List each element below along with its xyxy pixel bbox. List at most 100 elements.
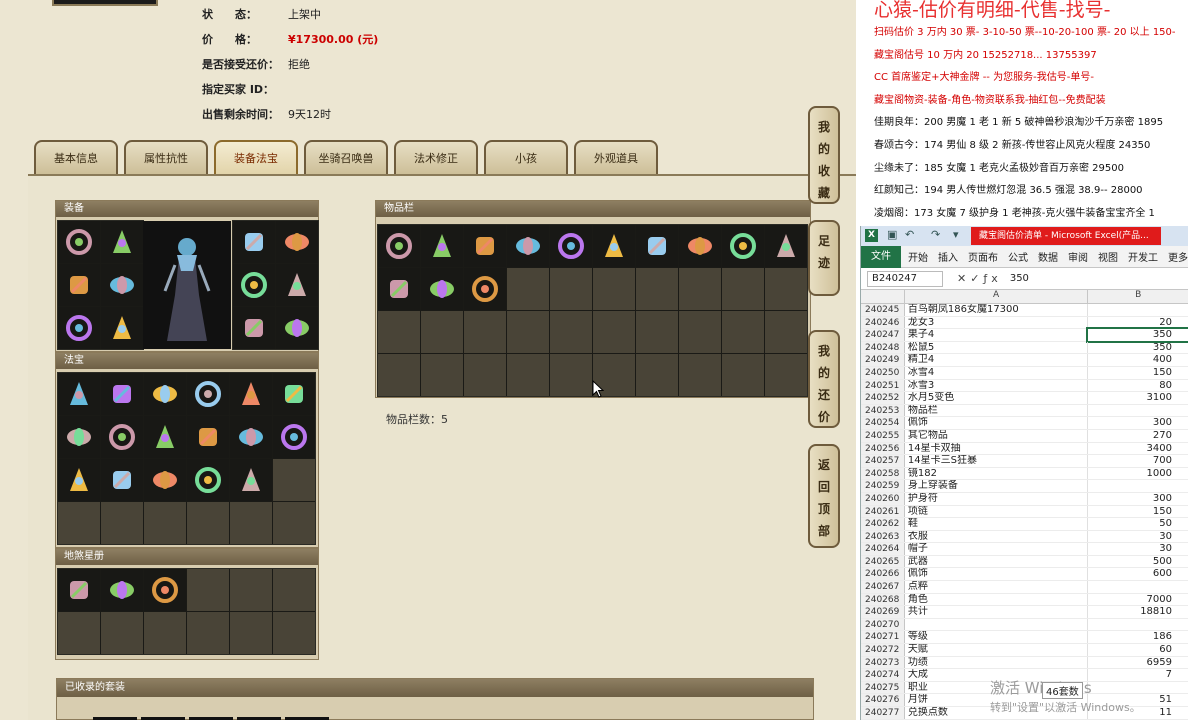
inventory-slot-empty[interactable] — [550, 311, 592, 353]
cell-b[interactable]: 350 — [1088, 342, 1188, 354]
inventory-slot-empty[interactable] — [593, 311, 635, 353]
cell-b[interactable]: 80 — [1088, 380, 1188, 392]
inventory-slot-empty[interactable] — [636, 311, 678, 353]
undo-icon[interactable]: ↶ — [905, 228, 914, 241]
cell-b[interactable] — [1088, 619, 1188, 631]
inventory-slot-item[interactable] — [507, 225, 549, 267]
my-offers-button[interactable]: 我的还价 — [808, 330, 840, 428]
cell-a[interactable]: 角色 — [905, 593, 1089, 606]
equipment-slot-item[interactable] — [233, 221, 275, 263]
equipment-slot-item[interactable] — [101, 221, 143, 263]
ribbon-tab[interactable]: 页面布 — [963, 249, 1003, 264]
picture-slot-empty[interactable] — [273, 569, 315, 611]
fabao-slot-empty[interactable] — [187, 502, 229, 544]
row-number[interactable]: 240261 — [861, 505, 905, 518]
row-number[interactable]: 240275 — [861, 681, 905, 694]
cell-a[interactable]: 共计 — [905, 606, 1089, 618]
cell-b[interactable]: 500 — [1088, 556, 1188, 568]
row-number[interactable]: 240266 — [861, 568, 905, 581]
row-number[interactable]: 240273 — [861, 656, 905, 669]
row-number[interactable]: 240252 — [861, 392, 905, 404]
cell-a[interactable]: 武器 — [905, 555, 1089, 568]
fabao-slot-item[interactable] — [273, 416, 315, 458]
cell-a[interactable]: 帽子 — [905, 543, 1089, 555]
cell-b[interactable] — [1088, 405, 1188, 417]
cell-a[interactable]: 护身符 — [905, 492, 1089, 505]
equipment-slot-item[interactable] — [58, 264, 100, 306]
picture-slot-empty[interactable] — [58, 612, 100, 654]
tab-attributes[interactable]: 属性抗性 — [124, 140, 208, 174]
fabao-slot-empty[interactable] — [230, 502, 272, 544]
inventory-slot-item[interactable] — [765, 225, 807, 267]
cell-b[interactable]: 300 — [1088, 417, 1188, 429]
inventory-slot-empty[interactable] — [679, 311, 721, 353]
row-number[interactable]: 240253 — [861, 404, 905, 417]
cell-b[interactable]: 30 — [1088, 543, 1188, 555]
equipment-slot-item[interactable] — [233, 307, 275, 349]
cell-b[interactable]: 3100 — [1088, 392, 1188, 404]
ribbon-tab[interactable]: 数据 — [1033, 249, 1063, 264]
cell-b[interactable]: 700 — [1088, 455, 1188, 467]
fabao-slot-item[interactable] — [144, 373, 186, 415]
inventory-slot-item[interactable] — [722, 225, 764, 267]
row-number[interactable]: 240255 — [861, 429, 905, 442]
inventory-slot-empty[interactable] — [765, 354, 807, 396]
tab-mounts-pets[interactable]: 坐骑召唤兽 — [304, 140, 388, 174]
cell-b[interactable] — [1088, 581, 1188, 593]
cell-b[interactable]: 60 — [1088, 644, 1188, 656]
cell-a[interactable]: 镜182 — [905, 467, 1089, 480]
picture-slot-empty[interactable] — [230, 569, 272, 611]
inventory-slot-empty[interactable] — [679, 268, 721, 310]
cell-b[interactable]: 400 — [1088, 354, 1188, 366]
row-number[interactable]: 240260 — [861, 492, 905, 505]
cell-a[interactable]: 点粹 — [905, 581, 1089, 593]
cell-a[interactable]: 佩饰 — [905, 417, 1089, 429]
inventory-slot-item[interactable] — [464, 268, 506, 310]
cell-b[interactable]: 50 — [1088, 518, 1188, 530]
column-header-b[interactable]: B — [1088, 290, 1188, 303]
inventory-slot-item[interactable] — [421, 225, 463, 267]
cell-a[interactable]: 物品栏 — [905, 404, 1089, 417]
row-number[interactable]: 240269 — [861, 606, 905, 618]
inventory-slot-empty[interactable] — [636, 354, 678, 396]
inventory-slot-empty[interactable] — [722, 311, 764, 353]
row-number[interactable]: 240249 — [861, 354, 905, 366]
tab-equipment[interactable]: 装备法宝 — [214, 140, 298, 174]
redo-icon[interactable]: ↷ — [931, 228, 940, 241]
cell-b[interactable]: 20 — [1088, 317, 1188, 329]
row-number[interactable]: 240274 — [861, 669, 905, 681]
fabao-slot-item[interactable] — [187, 459, 229, 501]
fabao-slot-empty[interactable] — [58, 502, 100, 544]
row-number[interactable]: 240257 — [861, 455, 905, 467]
fabao-slot-item[interactable] — [144, 459, 186, 501]
ribbon-tab[interactable]: 视图 — [1093, 249, 1123, 264]
picture-slot-empty[interactable] — [230, 612, 272, 654]
row-number[interactable]: 240272 — [861, 644, 905, 656]
ribbon-tab-file[interactable]: 文件 — [861, 245, 901, 268]
fabao-slot-item[interactable] — [273, 373, 315, 415]
row-number[interactable]: 240265 — [861, 555, 905, 568]
inventory-slot-empty[interactable] — [378, 354, 420, 396]
picture-slot-empty[interactable] — [273, 612, 315, 654]
cell-b[interactable]: 150 — [1088, 506, 1188, 518]
row-number[interactable]: 240258 — [861, 467, 905, 480]
picture-slot-item[interactable] — [58, 569, 100, 611]
row-number[interactable]: 240259 — [861, 480, 905, 492]
inventory-slot-empty[interactable] — [464, 311, 506, 353]
inventory-slot-empty[interactable] — [507, 311, 549, 353]
row-number[interactable]: 240256 — [861, 442, 905, 455]
inventory-slot-item[interactable] — [464, 225, 506, 267]
tab-child[interactable]: 小孩 — [484, 140, 568, 174]
tab-basic-info[interactable]: 基本信息 — [34, 140, 118, 174]
inventory-slot-item[interactable] — [679, 225, 721, 267]
inventory-slot-empty[interactable] — [550, 354, 592, 396]
inventory-slot-empty[interactable] — [464, 354, 506, 396]
fabao-slot-item[interactable] — [58, 459, 100, 501]
row-number[interactable]: 240267 — [861, 581, 905, 593]
cell-b[interactable]: 3400 — [1088, 443, 1188, 455]
cell-b[interactable]: 600 — [1088, 568, 1188, 580]
inventory-slot-empty[interactable] — [507, 268, 549, 310]
cell-a[interactable]: 佩饰 — [905, 568, 1089, 581]
row-number[interactable]: 240276 — [861, 694, 905, 706]
inventory-slot-empty[interactable] — [636, 268, 678, 310]
